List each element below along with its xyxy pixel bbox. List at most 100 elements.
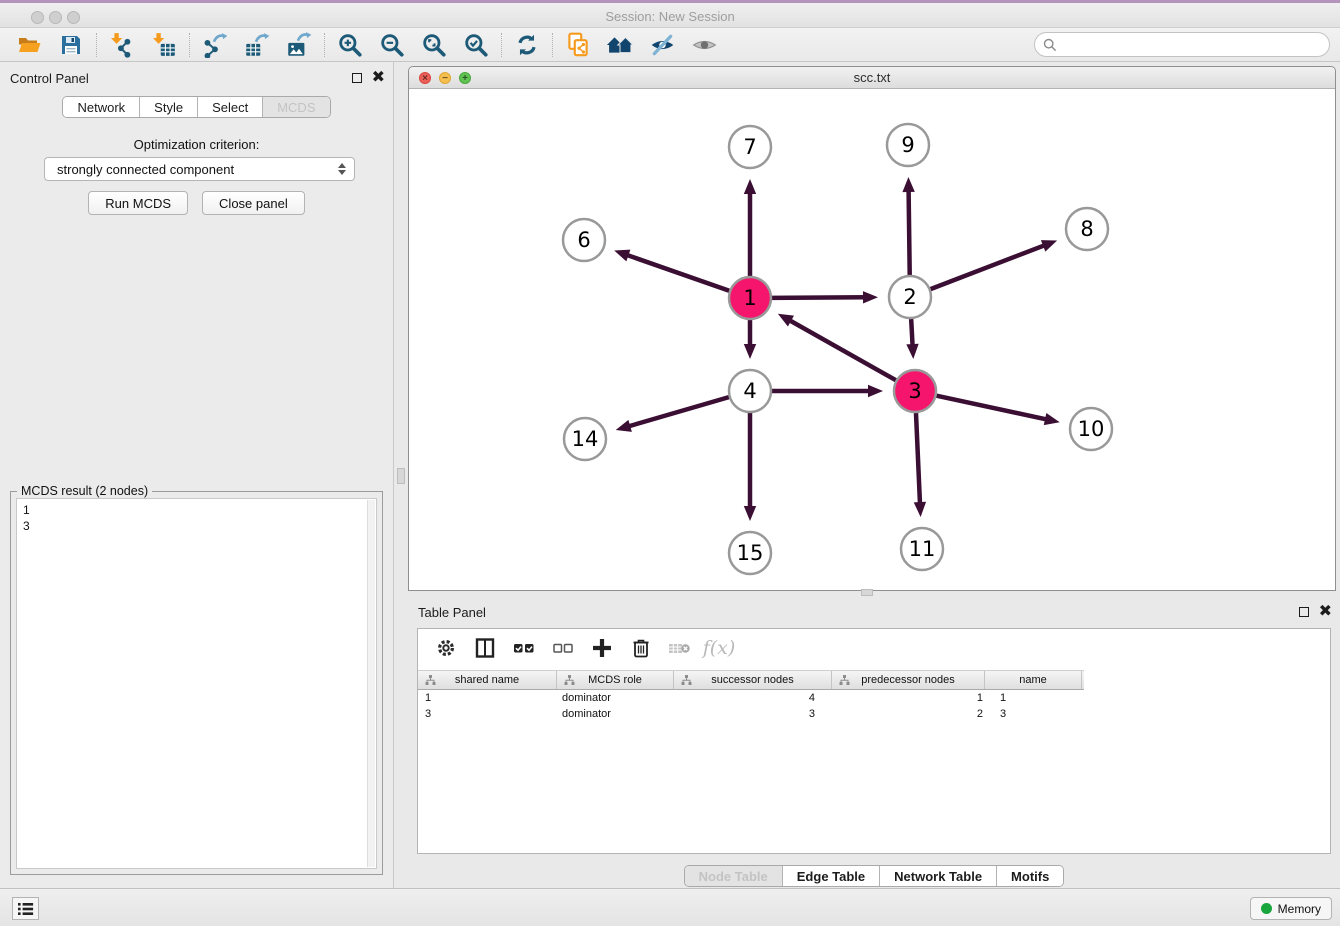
graph-node-label: 1 <box>743 286 756 310</box>
mcds-result-group: MCDS result (2 nodes) 1 3 <box>10 491 383 875</box>
delete-columns-icon[interactable] <box>629 636 653 660</box>
edge-arrow-icon <box>1041 240 1057 252</box>
edge-arrow-icon <box>744 506 756 521</box>
tab-network-table[interactable]: Network Table <box>879 866 996 886</box>
column-header-predecessor-nodes[interactable]: predecessor nodes <box>832 671 985 689</box>
edge-2-8[interactable] <box>931 244 1047 289</box>
column-header-name[interactable]: name <box>985 671 1082 689</box>
mcds-result-text: 1 3 <box>17 499 376 537</box>
add-column-icon[interactable] <box>590 636 614 660</box>
table-row[interactable]: 3dominator323 <box>418 706 1330 722</box>
app-title: Session: New Session <box>0 9 1340 24</box>
table-settings-icon[interactable] <box>434 636 458 660</box>
edge-arrow-icon <box>868 385 883 397</box>
tab-mcds[interactable]: MCDS <box>262 97 329 117</box>
table-body: 1dominator4113dominator323 <box>418 690 1330 722</box>
show-all-networks-icon[interactable] <box>599 30 641 60</box>
graph-node-label: 2 <box>903 285 916 309</box>
search-icon <box>1043 38 1057 52</box>
criterion-dropdown[interactable]: strongly connected component <box>44 157 355 181</box>
memory-label: Memory <box>1278 902 1321 916</box>
horizontal-splitter-handle[interactable] <box>861 589 873 596</box>
criterion-value: strongly connected component <box>57 162 234 177</box>
edge-1-2[interactable] <box>772 297 867 298</box>
status-bar: Memory <box>0 888 1340 926</box>
edge-arrow-icon <box>1044 413 1060 425</box>
export-image-icon[interactable] <box>278 30 320 60</box>
search-field[interactable] <box>1034 32 1330 57</box>
task-history-button[interactable] <box>12 897 39 920</box>
table-panel-title: Table Panel <box>418 605 486 620</box>
column-header-shared-name[interactable]: shared name <box>418 671 557 689</box>
table-toolbar: f(x) <box>418 629 1330 666</box>
delete-table-icon <box>668 636 692 660</box>
tab-select[interactable]: Select <box>197 97 262 117</box>
tab-style[interactable]: Style <box>139 97 197 117</box>
edge-arrow-icon <box>906 344 918 359</box>
zoom-out-icon[interactable] <box>371 30 413 60</box>
deselect-all-rows-icon[interactable] <box>551 636 575 660</box>
export-network-icon[interactable] <box>194 30 236 60</box>
search-input[interactable] <box>1062 35 1329 55</box>
close-panel-button[interactable]: Close panel <box>202 191 305 215</box>
edge-2-9[interactable] <box>909 188 910 275</box>
edge-1-6[interactable] <box>625 254 730 291</box>
column-header-mcds-role[interactable]: MCDS role <box>557 671 674 689</box>
control-panel: Control Panel ✖ NetworkStyleSelectMCDS O… <box>0 62 394 888</box>
refresh-view-icon[interactable] <box>506 30 548 60</box>
tab-network[interactable]: Network <box>63 97 139 117</box>
graph-node-label: 6 <box>577 228 590 252</box>
control-panel-tabs: NetworkStyleSelectMCDS <box>62 96 330 118</box>
control-panel-float-icon[interactable] <box>352 73 362 83</box>
edge-arrow-icon <box>744 344 756 359</box>
tab-edge-table[interactable]: Edge Table <box>782 866 879 886</box>
zoom-selected-icon[interactable] <box>455 30 497 60</box>
tab-motifs[interactable]: Motifs <box>996 866 1063 886</box>
import-network-icon[interactable] <box>101 30 143 60</box>
zoom-in-icon[interactable] <box>329 30 371 60</box>
node-table-container: f(x) shared nameMCDS rolesuccessor nodes… <box>417 628 1331 854</box>
import-table-icon[interactable] <box>143 30 185 60</box>
edge-3-11[interactable] <box>916 413 920 506</box>
function-builder-icon: f(x) <box>707 636 731 660</box>
zoom-fit-icon[interactable] <box>413 30 455 60</box>
edge-arrow-icon <box>744 179 756 194</box>
run-mcds-button[interactable]: Run MCDS <box>88 191 188 215</box>
column-layout-icon[interactable] <box>473 636 497 660</box>
table-header-row: shared nameMCDS rolesuccessor nodesprede… <box>418 670 1084 690</box>
hide-selected-icon[interactable] <box>641 30 683 60</box>
select-all-rows-icon[interactable] <box>512 636 536 660</box>
export-table-icon[interactable] <box>236 30 278 60</box>
table-panel-float-icon[interactable] <box>1299 607 1309 617</box>
vertical-splitter-handle[interactable] <box>397 468 405 484</box>
table-row[interactable]: 1dominator411 <box>418 690 1330 706</box>
edge-arrow-icon <box>616 420 632 432</box>
result-scrollbar[interactable] <box>367 500 375 867</box>
edge-arrow-icon <box>614 250 630 262</box>
copy-network-icon[interactable] <box>557 30 599 60</box>
dropdown-stepper-icon <box>338 163 346 175</box>
memory-button[interactable]: Memory <box>1250 897 1332 920</box>
mcds-result-box[interactable]: 1 3 <box>16 498 377 869</box>
column-header-successor-nodes[interactable]: successor nodes <box>674 671 832 689</box>
graph-node-label: 7 <box>743 135 756 159</box>
app-titlebar: Session: New Session <box>0 0 1340 28</box>
edge-3-10[interactable] <box>937 396 1049 420</box>
network-canvas[interactable]: 7968124314101511 <box>409 89 1335 590</box>
graph-node-label: 3 <box>908 379 921 403</box>
show-hidden-icon[interactable] <box>683 30 725 60</box>
optimization-criterion-label: Optimization criterion: <box>0 137 393 152</box>
edge-arrow-icon <box>914 502 926 517</box>
edge-3-1[interactable] <box>787 319 895 380</box>
edge-2-3[interactable] <box>911 319 913 348</box>
graph-node-label: 9 <box>901 133 914 157</box>
control-panel-close-icon[interactable]: ✖ <box>372 73 385 83</box>
network-window-titlebar[interactable]: × − + scc.txt <box>409 67 1335 89</box>
save-session-icon[interactable] <box>50 30 92 60</box>
graph-node-label: 15 <box>737 541 764 565</box>
edge-4-14[interactable] <box>626 397 729 427</box>
main-toolbar <box>0 28 1340 62</box>
open-session-icon[interactable] <box>8 30 50 60</box>
table-panel-close-icon[interactable]: ✖ <box>1319 607 1332 617</box>
tab-node-table[interactable]: Node Table <box>685 866 782 886</box>
